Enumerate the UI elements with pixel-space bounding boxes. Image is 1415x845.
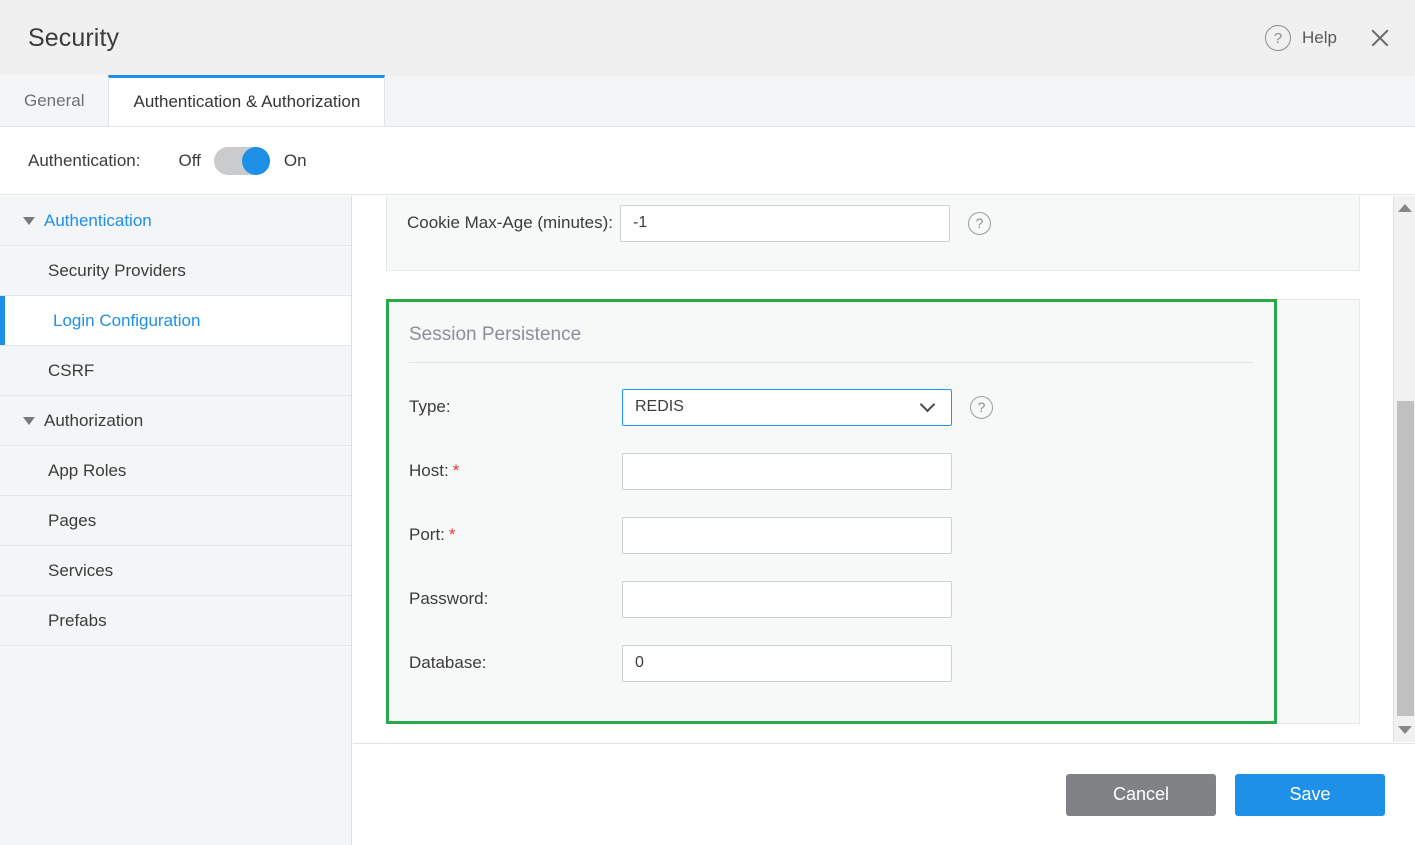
sidebar-nav: Authentication Security Providers Login … xyxy=(0,196,352,845)
sidebar-item-pages[interactable]: Pages xyxy=(0,496,351,546)
security-dialog: Security ? Help General Authentication &… xyxy=(0,0,1415,845)
cookie-max-age-input[interactable]: -1 xyxy=(620,205,950,242)
cookie-max-age-label: Cookie Max-Age (minutes): xyxy=(387,213,620,233)
sidebar-item-authentication[interactable]: Authentication xyxy=(0,196,351,246)
sidebar-item-services[interactable]: Services xyxy=(0,546,351,596)
scroll-up-button[interactable] xyxy=(1394,198,1415,218)
section-divider xyxy=(409,362,1254,363)
scroll-down-button[interactable] xyxy=(1394,720,1415,740)
save-button[interactable]: Save xyxy=(1235,774,1385,816)
sidebar-item-label: App Roles xyxy=(48,461,126,481)
host-input[interactable] xyxy=(622,453,952,490)
content-scrollbar[interactable] xyxy=(1393,196,1415,742)
help-label: Help xyxy=(1302,28,1337,48)
session-panel-backdrop xyxy=(1277,299,1360,724)
sidebar-item-login-configuration[interactable]: Login Configuration xyxy=(0,296,351,346)
required-marker: * xyxy=(449,525,456,544)
tab-bar: General Authentication & Authorization xyxy=(0,76,1415,127)
sidebar-item-label: Security Providers xyxy=(48,261,186,281)
authentication-toggle[interactable] xyxy=(214,147,270,175)
port-input[interactable] xyxy=(622,517,952,554)
triangle-up-icon xyxy=(1398,204,1412,212)
caret-down-icon xyxy=(23,217,35,225)
sidebar-item-authorization[interactable]: Authorization xyxy=(0,396,351,446)
dialog-header: Security ? Help xyxy=(0,0,1415,76)
sidebar-item-label: CSRF xyxy=(48,361,94,381)
session-type-select[interactable]: REDIS xyxy=(622,389,952,426)
help-button[interactable]: ? Help xyxy=(1265,25,1337,51)
toggle-off-label: Off xyxy=(178,151,200,171)
host-label: Host:* xyxy=(389,461,622,481)
settings-content: Cookie Max-Age (minutes): -1 ? Session P… xyxy=(353,196,1415,742)
sidebar-item-label: Services xyxy=(48,561,113,581)
sidebar-item-app-roles[interactable]: App Roles xyxy=(0,446,351,496)
triangle-down-icon xyxy=(1398,726,1412,734)
cancel-button[interactable]: Cancel xyxy=(1066,774,1216,816)
port-label: Port:* xyxy=(389,525,622,545)
chevron-down-icon xyxy=(920,397,936,413)
authentication-toggle-row: Authentication: Off On xyxy=(0,127,1415,195)
sidebar-empty-space xyxy=(0,646,351,845)
header-actions: ? Help xyxy=(1265,25,1393,51)
sidebar-item-label: Authentication xyxy=(44,211,152,231)
scrollbar-thumb[interactable] xyxy=(1397,401,1414,716)
database-input[interactable]: 0 xyxy=(622,645,952,682)
cookie-settings-panel: Cookie Max-Age (minutes): -1 ? xyxy=(386,196,1360,271)
tab-general[interactable]: General xyxy=(0,75,108,126)
authentication-label: Authentication: xyxy=(28,151,140,171)
page-title: Security xyxy=(28,24,119,53)
toggle-on-label: On xyxy=(284,151,307,171)
caret-down-icon xyxy=(23,417,35,425)
session-type-value: REDIS xyxy=(635,398,684,416)
sidebar-item-csrf[interactable]: CSRF xyxy=(0,346,351,396)
question-circle-icon: ? xyxy=(1265,25,1291,51)
sidebar-item-label: Authorization xyxy=(44,411,143,431)
database-label: Database: xyxy=(389,653,622,673)
sidebar-item-prefabs[interactable]: Prefabs xyxy=(0,596,351,646)
password-input[interactable] xyxy=(622,581,952,618)
session-persistence-title: Session Persistence xyxy=(389,302,1274,346)
close-icon[interactable] xyxy=(1367,25,1393,51)
sidebar-item-label: Prefabs xyxy=(48,611,107,631)
sidebar-item-label: Login Configuration xyxy=(53,311,200,331)
question-circle-icon[interactable]: ? xyxy=(968,212,991,235)
tab-authentication-authorization[interactable]: Authentication & Authorization xyxy=(108,75,385,126)
sidebar-item-label: Pages xyxy=(48,511,96,531)
question-circle-icon[interactable]: ? xyxy=(970,396,993,419)
dialog-footer: Cancel Save xyxy=(353,743,1415,845)
type-label: Type: xyxy=(389,397,622,417)
toggle-knob xyxy=(242,147,270,175)
sidebar-item-security-providers[interactable]: Security Providers xyxy=(0,246,351,296)
required-marker: * xyxy=(453,461,460,480)
session-persistence-panel: Session Persistence Type: REDIS ? Host:* xyxy=(386,299,1277,724)
password-label: Password: xyxy=(389,589,622,609)
